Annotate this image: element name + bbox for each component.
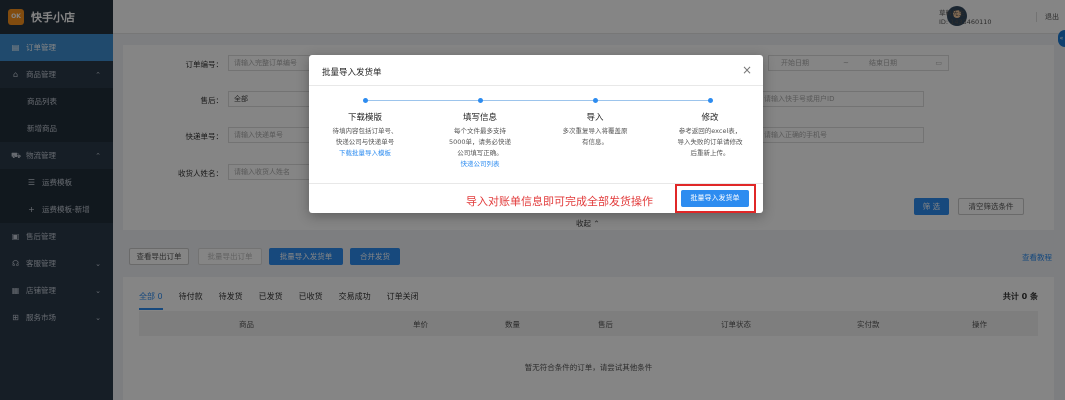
step-desc: 公司填写正确。 xyxy=(457,149,503,157)
step-desc: 后重新上传。 xyxy=(690,149,730,157)
step-modify: 修改 参考返回的excel表， 导入失败的订单请修改 后重新上传。 xyxy=(655,111,765,159)
step-desc: 快递公司与快递单号 xyxy=(335,138,395,146)
step-dot xyxy=(593,98,598,103)
collapse-toggle[interactable]: 收起 ⌃ xyxy=(576,218,600,229)
step-desc: 导入失败的订单请修改 xyxy=(677,138,743,146)
close-icon[interactable]: × xyxy=(742,63,752,77)
batch-import-submit-button[interactable]: 批量导入发货单 xyxy=(681,190,749,207)
step-dot xyxy=(478,98,483,103)
step-download: 下载模版 待填内容包括订单号、 快递公司与快递单号 下载批量导入模板 xyxy=(310,111,420,159)
modal-title: 批量导入发货单 xyxy=(322,68,382,78)
step-desc: 待填内容包括订单号、 xyxy=(332,127,398,135)
step-desc: 多次重复导入将覆盖原 xyxy=(562,127,628,135)
step-desc: 5000单，请务必快递 xyxy=(448,138,512,146)
step-fill: 填写信息 每个文件最多支持 5000单，请务必快递 公司填写正确。 快递公司列表 xyxy=(425,111,535,170)
step-dot xyxy=(708,98,713,103)
steps-connector xyxy=(365,100,710,101)
step-title: 修改 xyxy=(701,113,719,123)
step-desc: 有信息。 xyxy=(582,138,608,146)
step-title: 填写信息 xyxy=(462,113,497,123)
step-title: 下载模版 xyxy=(347,113,382,123)
step-title: 导入 xyxy=(586,113,604,123)
step-dot xyxy=(363,98,368,103)
step-import: 导入 多次重复导入将覆盖原 有信息。 xyxy=(540,111,650,148)
collapse-label: 收起 xyxy=(576,219,591,228)
express-company-list-link[interactable]: 快递公司列表 xyxy=(425,159,535,170)
download-template-link[interactable]: 下载批量导入模板 xyxy=(310,148,420,159)
batch-import-modal: 批量导入发货单 × 下载模版 待填内容包括订单号、 快递公司与快递单号 下载批量… xyxy=(309,55,763,213)
step-desc: 参考返回的excel表， xyxy=(678,127,742,135)
chevron-up-icon: ⌃ xyxy=(593,219,600,228)
step-desc: 每个文件最多支持 xyxy=(454,127,506,135)
hint-text: 导入对账单信息即可完成全部发货操作 xyxy=(466,195,653,208)
divider xyxy=(309,85,763,86)
